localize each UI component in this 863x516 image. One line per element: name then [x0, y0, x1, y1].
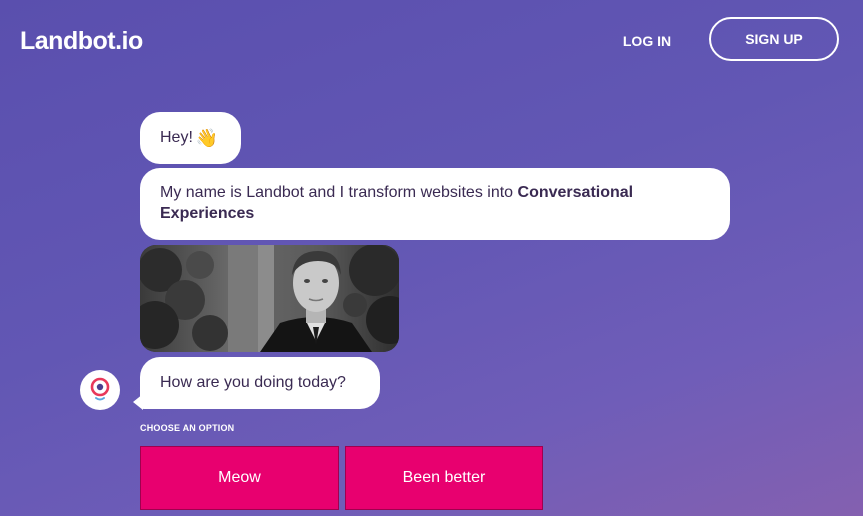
chat-bubble-intro: My name is Landbot and I transform websi…: [140, 168, 730, 240]
chat-bubble-question: How are you doing today?: [140, 357, 380, 409]
chat-bubble-greeting: Hey! 👋: [140, 112, 241, 164]
greeting-text: Hey!: [160, 129, 193, 146]
option-been-better-button[interactable]: Been better: [345, 446, 543, 510]
intro-text: My name is Landbot and I transform websi…: [160, 184, 518, 201]
gif-illustration: [140, 245, 399, 352]
option-meow-button[interactable]: Meow: [140, 446, 339, 510]
chat-gif-image: [140, 245, 399, 352]
landbot-logo[interactable]: Landbot.io: [20, 26, 143, 56]
signup-button[interactable]: SIGN UP: [709, 17, 839, 61]
login-link[interactable]: LOG IN: [613, 30, 681, 52]
question-text: How are you doing today?: [160, 374, 346, 391]
avatar-graphic: [90, 377, 110, 401]
waving-hand-icon: 👋: [195, 128, 219, 148]
choose-option-label: CHOOSE AN OPTION: [140, 423, 235, 433]
landbot-avatar-icon: [80, 370, 120, 410]
